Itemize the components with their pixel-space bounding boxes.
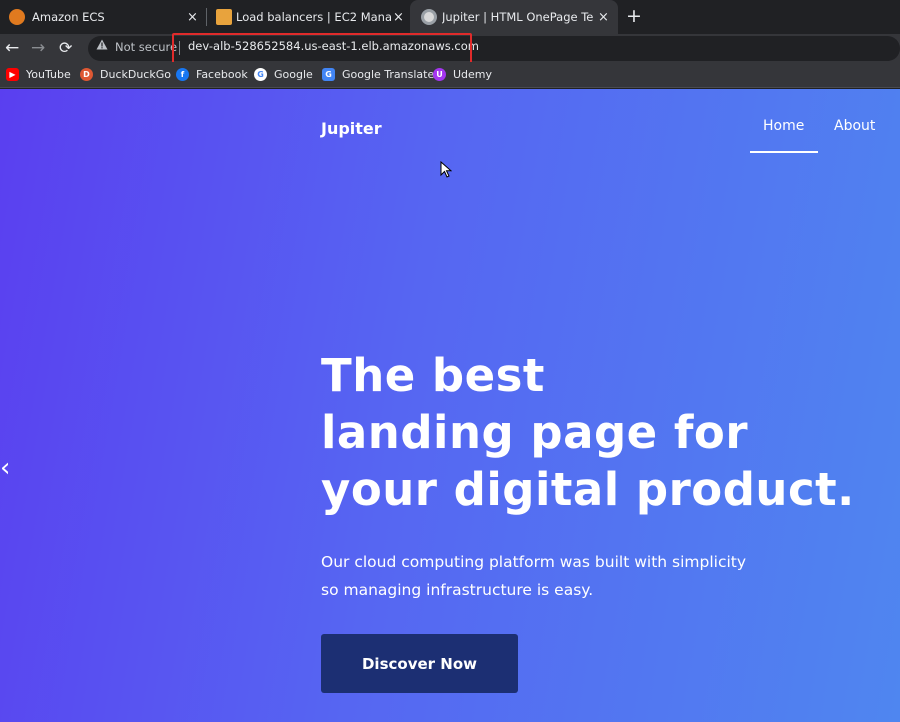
hero-title-line: your digital product. — [321, 463, 855, 516]
security-label[interactable]: Not secure — [115, 40, 177, 54]
bookmark-label: Google — [274, 68, 313, 81]
bookmark-facebook[interactable]: f Facebook — [176, 68, 248, 81]
bookmark-label: Facebook — [196, 68, 248, 81]
bookmark-label: Udemy — [453, 68, 493, 81]
bookmark-youtube[interactable]: ▶ YouTube — [6, 68, 71, 81]
bookmark-label: Google Translate — [342, 68, 435, 81]
tab-amazon-ecs[interactable]: Amazon ECS × — [0, 0, 205, 34]
reload-icon[interactable]: ⟳ — [59, 38, 72, 58]
hero-subtitle-line: Our cloud computing platform was built w… — [321, 553, 747, 571]
bookmark-label: DuckDuckGo — [100, 68, 171, 81]
tab-title: Amazon ECS — [32, 10, 105, 24]
forward-icon[interactable]: → — [31, 38, 45, 58]
facebook-icon: f — [176, 68, 189, 81]
hero-title-line: landing page for — [321, 406, 749, 459]
udemy-icon: U — [433, 68, 446, 81]
nav-home-link[interactable]: Home — [763, 118, 804, 134]
hero-title-line: The best — [321, 349, 545, 402]
amazon-ecs-icon — [9, 9, 25, 25]
hero-section: Jupiter Home About ‹ The best landing pa… — [0, 89, 900, 722]
tab-load-balancers[interactable]: Load balancers | EC2 Manageme × — [205, 0, 410, 34]
slider-prev-icon[interactable]: ‹ — [0, 455, 10, 481]
google-translate-icon: G — [322, 68, 335, 81]
new-tab-button[interactable]: + — [626, 6, 642, 26]
warning-icon[interactable] — [96, 39, 108, 50]
google-icon: G — [254, 68, 267, 81]
close-tab-icon[interactable]: × — [598, 10, 609, 25]
youtube-icon: ▶ — [6, 68, 19, 81]
bookmark-udemy[interactable]: U Udemy — [433, 68, 492, 81]
nav-active-underline — [750, 151, 818, 153]
hero-subtitle: Our cloud computing platform was built w… — [321, 548, 791, 604]
nav-about-link[interactable]: About — [834, 118, 875, 134]
tab-title: Load balancers | EC2 Manageme — [236, 10, 391, 24]
mouse-cursor-icon — [440, 161, 452, 178]
jupiter-icon — [421, 9, 437, 25]
bookmark-google-translate[interactable]: G Google Translate — [322, 68, 434, 81]
tab-jupiter[interactable]: Jupiter | HTML OnePage Templat × — [410, 0, 618, 34]
hero-title: The best landing page for your digital p… — [321, 347, 891, 518]
site-brand[interactable]: Jupiter — [321, 119, 382, 138]
discover-now-button[interactable]: Discover Now — [321, 634, 518, 693]
back-icon[interactable]: ← — [5, 38, 19, 58]
tab-title: Jupiter | HTML OnePage Templat — [442, 10, 594, 24]
bookmark-google[interactable]: G Google — [254, 68, 313, 81]
aws-box-icon — [216, 9, 232, 25]
duckduckgo-icon: D — [80, 68, 93, 81]
bookmarks-bar: ▶ YouTube D DuckDuckGo f Facebook G Goog… — [0, 62, 900, 88]
bookmark-label: YouTube — [26, 68, 71, 81]
tab-strip: Amazon ECS × Load balancers | EC2 Manage… — [0, 0, 900, 34]
hero-subtitle-line: so managing infrastructure is easy. — [321, 581, 594, 599]
close-tab-icon[interactable]: × — [393, 10, 404, 25]
close-tab-icon[interactable]: × — [187, 10, 198, 25]
bookmark-duckduckgo[interactable]: D DuckDuckGo — [80, 68, 171, 81]
